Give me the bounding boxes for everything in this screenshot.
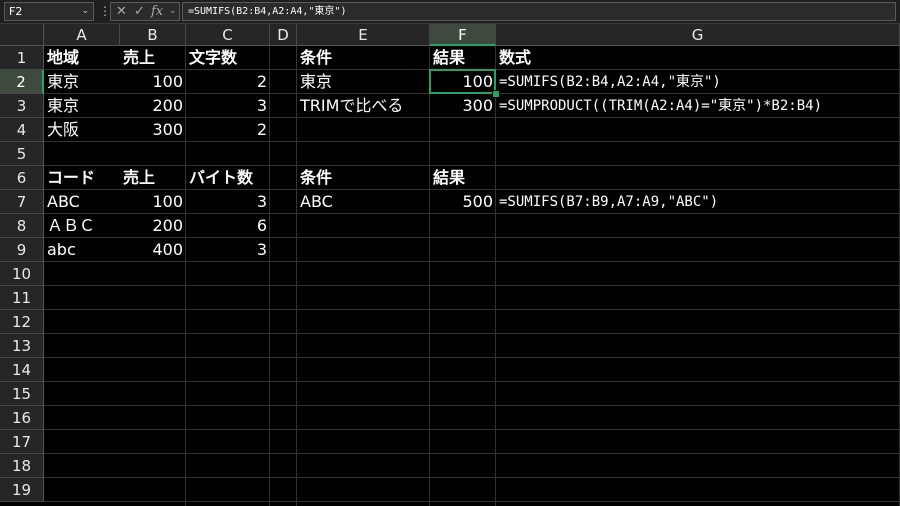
enter-check-icon[interactable]: ✓ — [134, 3, 145, 20]
row-header-11[interactable]: 11 — [0, 286, 44, 310]
active-cell-outline — [429, 69, 496, 94]
row-header-13[interactable]: 13 — [0, 334, 44, 358]
gridline — [44, 285, 900, 286]
cell-b2[interactable]: 100 — [120, 70, 186, 94]
chevron-down-icon[interactable]: ⌄ — [169, 3, 177, 20]
column-header-g[interactable]: G — [496, 24, 900, 46]
cell-a7[interactable]: ABC — [44, 190, 83, 214]
cell-f1[interactable]: 結果 — [430, 46, 468, 70]
cell-g7[interactable]: =SUMIFS(B7:B9,A7:A9,"ABC") — [496, 190, 721, 214]
gridline — [44, 333, 900, 334]
gridline — [44, 357, 900, 358]
select-all-corner[interactable] — [0, 24, 44, 46]
cell-g1[interactable]: 数式 — [496, 46, 534, 70]
function-fx-icon[interactable]: fx — [151, 3, 163, 20]
row-header-17[interactable]: 17 — [0, 430, 44, 454]
row-header-4[interactable]: 4 — [0, 118, 44, 142]
row-header-8[interactable]: 8 — [0, 214, 44, 238]
cell-e1[interactable]: 条件 — [297, 46, 335, 70]
cell-c3[interactable]: 3 — [186, 94, 270, 118]
cell-a2[interactable]: 東京 — [44, 70, 82, 94]
cell-area[interactable]: 地域 売上 文字数 条件 結果 数式 東京 100 2 東京 100 =SUMIFS(B2:B4,A2… — [44, 46, 900, 506]
formula-input[interactable]: =SUMIFS(B2:B4,A2:A4,"東京") — [182, 2, 896, 21]
cell-e6[interactable]: 条件 — [297, 166, 335, 190]
row-header-14[interactable]: 14 — [0, 358, 44, 382]
cell-a3[interactable]: 東京 — [44, 94, 82, 118]
row-header-18[interactable]: 18 — [0, 454, 44, 478]
cell-a6[interactable]: コード — [44, 166, 98, 190]
gridline — [44, 405, 900, 406]
cell-a1[interactable]: 地域 — [44, 46, 82, 70]
cell-b9[interactable]: 400 — [120, 238, 186, 262]
cell-a9[interactable]: abc — [44, 238, 79, 262]
cell-c2[interactable]: 2 — [186, 70, 270, 94]
cell-f6[interactable]: 結果 — [430, 166, 468, 190]
cell-b4[interactable]: 300 — [120, 118, 186, 142]
cell-c6[interactable]: バイト数 — [186, 166, 256, 190]
row-header-1[interactable]: 1 — [0, 46, 44, 70]
row-header-3[interactable]: 3 — [0, 94, 44, 118]
cell-e3[interactable]: TRIMで比べる — [297, 94, 406, 118]
row-header-10[interactable]: 10 — [0, 262, 44, 286]
cell-a8[interactable]: ＡＢＣ — [44, 214, 98, 238]
cell-a4[interactable]: 大阪 — [44, 118, 82, 142]
cell-e7[interactable]: ABC — [297, 190, 336, 214]
gridline — [44, 381, 900, 382]
column-header-e[interactable]: E — [297, 24, 430, 46]
column-header-d[interactable]: D — [270, 24, 297, 46]
cell-c7[interactable]: 3 — [186, 190, 270, 214]
gridline — [44, 165, 900, 166]
row-header-2[interactable]: 2 — [0, 70, 44, 94]
gridline — [44, 453, 900, 454]
row-header-7[interactable]: 7 — [0, 190, 44, 214]
row-header-6[interactable]: 6 — [0, 166, 44, 190]
gridline — [44, 429, 900, 430]
formula-bar-buttons: ✕ ✓ fx ⌄ — [110, 2, 180, 21]
cancel-icon[interactable]: ✕ — [116, 3, 127, 20]
cell-g3[interactable]: =SUMPRODUCT((TRIM(A2:A4)="東京")*B2:B4) — [496, 94, 825, 118]
chevron-down-icon[interactable]: ⌄ — [81, 3, 89, 20]
name-box-value: F2 — [9, 5, 23, 18]
column-header-b[interactable]: B — [120, 24, 186, 46]
cell-b6[interactable]: 売上 — [120, 166, 158, 190]
row-header-9[interactable]: 9 — [0, 238, 44, 262]
cell-c9[interactable]: 3 — [186, 238, 270, 262]
fill-handle[interactable] — [492, 90, 500, 98]
row-header-16[interactable]: 16 — [0, 406, 44, 430]
gridline — [44, 501, 900, 502]
row-header-19[interactable]: 19 — [0, 478, 44, 502]
cell-e2[interactable]: 東京 — [297, 70, 335, 94]
cell-f7[interactable]: 500 — [430, 190, 496, 214]
row-header-12[interactable]: 12 — [0, 310, 44, 334]
column-header-c[interactable]: C — [186, 24, 270, 46]
cell-b7[interactable]: 100 — [120, 190, 186, 214]
name-box[interactable]: F2 ⌄ — [4, 2, 94, 21]
row-header-5[interactable]: 5 — [0, 142, 44, 166]
cell-c8[interactable]: 6 — [186, 214, 270, 238]
cell-c4[interactable]: 2 — [186, 118, 270, 142]
gridline — [44, 477, 900, 478]
gridline — [44, 309, 900, 310]
cell-b1[interactable]: 売上 — [120, 46, 158, 70]
cell-c1[interactable]: 文字数 — [186, 46, 240, 70]
cell-f3[interactable]: 300 — [430, 94, 496, 118]
formula-bar: F2 ⌄ ⋮ ✕ ✓ fx ⌄ =SUMIFS(B2:B4,A2:A4,"東京"… — [0, 0, 900, 24]
cell-b8[interactable]: 200 — [120, 214, 186, 238]
column-header-f[interactable]: F — [430, 24, 496, 46]
cell-b3[interactable]: 200 — [120, 94, 186, 118]
row-header-15[interactable]: 15 — [0, 382, 44, 406]
cell-g2[interactable]: =SUMIFS(B2:B4,A2:A4,"東京") — [496, 70, 724, 94]
column-header-a[interactable]: A — [44, 24, 120, 46]
